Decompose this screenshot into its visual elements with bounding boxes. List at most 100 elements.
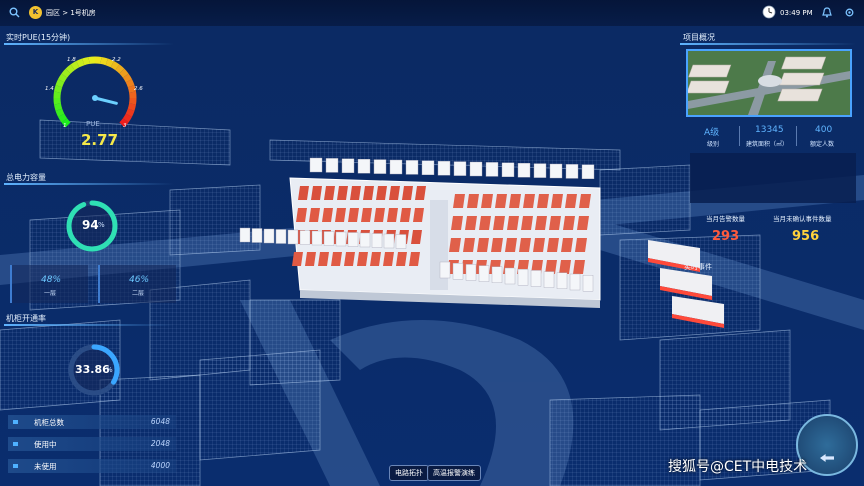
rack-row-total[interactable]: 机柜总数 6048 — [8, 415, 176, 429]
row-marker-icon — [13, 442, 18, 446]
pue-tick-3: 3 — [123, 123, 127, 129]
unconfirmed-value: 956 — [792, 229, 820, 244]
gauge-segment — [125, 79, 135, 88]
cabinet-unit — [439, 261, 451, 279]
cabinet-unit — [549, 163, 563, 179]
cabinet-unit — [275, 229, 287, 244]
gauge-segment — [58, 113, 68, 123]
gauge-segment — [82, 57, 90, 66]
clock-icon — [762, 5, 776, 19]
cabinet-unit — [325, 158, 339, 173]
cabinet-unit — [287, 229, 299, 245]
project-area-label: 建筑面积（㎡） — [746, 141, 789, 148]
pue-label: PUE — [86, 120, 100, 128]
floor-1-value: 48% — [41, 275, 62, 285]
gauge-segment — [65, 64, 75, 74]
cabinet-unit — [453, 161, 467, 176]
cabinet-unit — [347, 232, 359, 247]
cabinet-unit — [335, 231, 347, 247]
server-rack — [537, 194, 549, 208]
row-marker-icon — [13, 464, 18, 468]
server-rack — [575, 238, 587, 252]
floor-1-label: 一层 — [44, 290, 57, 297]
high-temp-alarm-drill-button[interactable]: 高温报警演练 — [427, 465, 481, 481]
floor-2-value: 46% — [129, 275, 150, 285]
server-rack — [549, 216, 561, 230]
gauge-segment — [58, 73, 68, 83]
server-rack — [577, 216, 589, 230]
server-rack — [559, 260, 571, 274]
pue-panel-title: 实时PUE(15分钟) — [6, 33, 71, 42]
power-percent-unit: % — [98, 221, 105, 229]
server-rack — [493, 216, 505, 230]
pue-tick-1: 1 — [63, 123, 67, 129]
server-rack — [507, 216, 519, 230]
server-rack — [547, 238, 559, 252]
project-panel-title: 项目概况 — [683, 33, 715, 42]
server-rack — [523, 194, 535, 208]
rack-row-unused[interactable]: 未使用 4000 — [8, 459, 176, 473]
rack-percent-unit: % — [106, 366, 113, 374]
clock-time: 03:49 PM — [780, 9, 813, 17]
cabinet-unit — [309, 157, 323, 173]
cabinet-unit — [581, 164, 595, 180]
cabinet-unit — [323, 231, 335, 246]
cabinet-unit — [504, 267, 516, 285]
brand-logo[interactable]: K — [29, 6, 42, 19]
gauge-segment — [76, 58, 85, 68]
info-panel-placeholder — [690, 153, 856, 203]
settings-icon[interactable] — [844, 7, 855, 18]
cabinet-unit — [383, 233, 395, 249]
cabinet-unit — [485, 162, 499, 177]
server-rack — [477, 238, 489, 252]
watermark: 搜狐号@CET中电技术 — [668, 459, 808, 475]
cabinet-unit — [263, 228, 275, 244]
cabinet-unit — [395, 234, 407, 249]
cabinet-unit — [465, 264, 477, 281]
power-percent: 94 — [82, 218, 99, 232]
campus-aerial-image[interactable] — [686, 49, 852, 117]
bell-icon[interactable] — [822, 7, 832, 18]
server-rack — [465, 216, 477, 230]
project-title-underline — [680, 43, 856, 45]
cabinet-unit — [478, 265, 490, 282]
cabinet-unit — [373, 159, 387, 174]
server-rack — [449, 238, 461, 252]
cabinet-unit — [251, 228, 263, 243]
cabinet-unit — [530, 270, 542, 287]
server-rack — [533, 238, 545, 252]
cabinet-unit — [359, 232, 371, 248]
pue-tick-2-6: 2.6 — [134, 86, 143, 92]
gauge-segment — [55, 79, 65, 88]
project-level-value: A级 — [704, 128, 720, 138]
circuit-topology-button[interactable]: 电路拓扑 — [389, 465, 429, 481]
server-rack — [573, 260, 585, 274]
stat-divider — [796, 126, 797, 146]
server-rack — [509, 194, 521, 208]
rack-row-in-use[interactable]: 使用中 2048 — [8, 437, 176, 451]
gauge-segment — [127, 85, 136, 93]
cabinet-unit — [517, 269, 529, 286]
cabinet-unit — [491, 266, 503, 283]
cabinet-unit — [299, 230, 311, 245]
gauge-segment — [119, 68, 129, 78]
cabinet-unit — [421, 160, 435, 176]
rack-row-value: 6048 — [150, 417, 170, 426]
project-level-label: 级别 — [707, 141, 720, 148]
gauge-segment — [70, 61, 80, 71]
rack-row-value: 2048 — [150, 439, 170, 448]
gauge-segment — [55, 108, 65, 117]
cabinet-unit — [389, 159, 403, 175]
cabinet-unit — [543, 271, 555, 288]
pue-title-underline — [4, 43, 174, 45]
pue-value: 2.77 — [81, 131, 119, 149]
cabinet-unit — [311, 230, 323, 246]
cabinet-unit — [341, 158, 355, 174]
search-icon[interactable] — [9, 7, 20, 18]
cabinet-unit — [405, 160, 419, 175]
breadcrumb[interactable]: 园区 > 1号机房 — [46, 8, 96, 18]
cabinet-unit — [556, 272, 568, 289]
server-rack — [561, 238, 573, 252]
gauge-segment — [122, 73, 132, 83]
project-area-value: 13345 — [755, 125, 784, 135]
